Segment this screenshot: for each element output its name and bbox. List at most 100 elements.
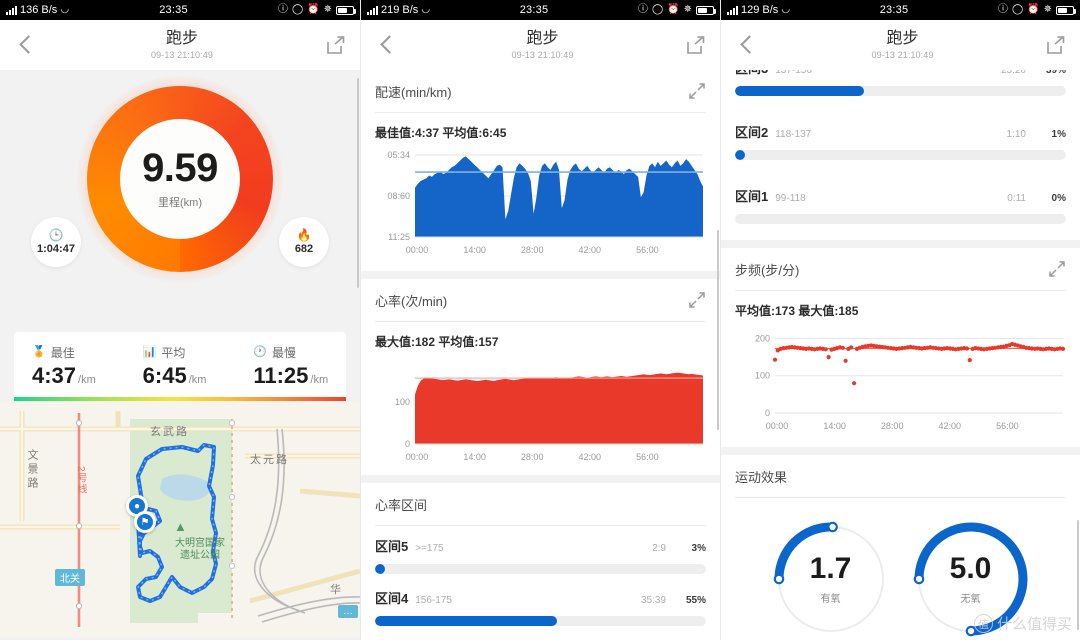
scrollbar-thumb[interactable] xyxy=(717,230,719,430)
svg-text:28:00: 28:00 xyxy=(881,421,904,431)
pace-avg-value: 6:45 xyxy=(142,363,187,388)
watermark: 值 什么值得买 xyxy=(973,613,1072,634)
page-title: 跑步 xyxy=(526,29,559,47)
status-left: 136 B/s ◡ xyxy=(6,4,69,16)
location-icon: ◯ xyxy=(1011,4,1024,15)
pace-stat-value: 6:45/km xyxy=(143,365,236,387)
zone-pct: 3% xyxy=(691,543,706,554)
end-marker[interactable]: ⚑ xyxy=(134,511,156,533)
panel-charts: 219 B/s ◡ 23:35 ⓘ ◯ ⏰ ✵ 跑步 09-13 21:10:4… xyxy=(360,0,720,640)
pace-chart-svg: 05:34 08:60 11:25 00:00 14:00 28:00 42:00 56:00 xyxy=(387,150,703,255)
scrollbar-thumb[interactable] xyxy=(357,78,359,288)
app-header: 跑步 09-13 21:10:49 xyxy=(721,20,1080,70)
map-road-label-taiyuan: 太元路 xyxy=(250,454,289,466)
panel2-scroll[interactable]: 配速(min/km) 最佳值:4:37 平均值:6:45 05:34 08:60 1… xyxy=(361,70,720,640)
app-header: 跑步 09-13 21:10:49 xyxy=(0,20,360,70)
effect-card-head: 运动效果 xyxy=(735,455,1066,497)
watermark-mark: 值 xyxy=(973,614,993,633)
signal-icon xyxy=(727,5,738,15)
duration-value: 1:04:47 xyxy=(37,243,75,255)
zone-range: 156-175 xyxy=(415,595,452,606)
zone-time: 0:11 xyxy=(1007,193,1026,204)
page-subtitle: 09-13 21:10:49 xyxy=(871,50,934,61)
pace-slow-value: 11:25 xyxy=(253,363,309,388)
aerobic-value: 1.7 xyxy=(809,551,852,585)
zone-header: 区间2 118-137 1:10 1% xyxy=(735,122,1066,141)
hr-chart: 0 100 00:00 14:00 28:00 42:00 56:00 xyxy=(375,354,706,475)
route-map[interactable]: 玄武路 太元路 文景路 2号线 北关 华 大明宫国家 遗址公园 ▲ ● ⚑ … xyxy=(0,401,360,637)
calories-value: 682 xyxy=(294,243,314,255)
wifi-icon: ◡ xyxy=(421,4,431,15)
panel-summary: 136 B/s ◡ 23:35 ⓘ ◯ ⏰ ✵ 跑步 09-13 21:10:4… xyxy=(0,0,360,640)
zone-pct: 0% xyxy=(1051,193,1066,204)
hr-chart-card: 心率(次/min) 最大值:182 平均值:157 0 100 00:00 14:00… xyxy=(361,279,720,475)
pace-best-unit: /km xyxy=(78,374,96,386)
flame-icon: 🔥 xyxy=(296,228,312,242)
battery-icon xyxy=(696,5,716,15)
expand-icon[interactable] xyxy=(688,82,706,100)
pace-avg-unit: /km xyxy=(188,374,207,386)
share-icon[interactable] xyxy=(324,34,346,56)
dnd-icon: ⓘ xyxy=(277,4,288,15)
hr-zone-row: 区间1 99-118 0:11 0% xyxy=(735,164,1066,240)
status-bar: 129 B/s ◡ 23:35 ⓘ ◯ ⏰ ✵ xyxy=(721,0,1080,20)
duration-badge: 🕒 1:04:47 xyxy=(31,217,81,267)
map-station-chip: 北关 xyxy=(55,569,85,586)
map-park-label: 大明宫国家 遗址公园 xyxy=(155,538,245,561)
screenshot-root: 136 B/s ◡ 23:35 ⓘ ◯ ⏰ ✵ 跑步 09-13 21:10:4… xyxy=(0,0,1080,640)
svg-text:14:00: 14:00 xyxy=(463,245,486,255)
pace-stats-card: 🏅 最佳 4:37/km 📊 平均 6:45/km 🕐 最慢 11:25/km xyxy=(14,332,346,397)
back-icon[interactable] xyxy=(375,32,401,58)
distance-ring: 9.59 里程(km) xyxy=(77,76,283,282)
share-icon[interactable] xyxy=(684,34,706,56)
svg-text:200: 200 xyxy=(755,333,770,343)
panel-zones-effect: 129 B/s ◡ 23:35 ⓘ ◯ ⏰ ✵ 跑步 09-13 21:10:4… xyxy=(720,0,1080,640)
expand-icon[interactable] xyxy=(1048,260,1066,278)
aerobic-value-wrap: 1.7 有氧 xyxy=(766,514,896,640)
svg-text:00:00: 00:00 xyxy=(406,452,429,462)
bluetooth-icon: ✵ xyxy=(323,4,332,15)
svg-text:28:00: 28:00 xyxy=(521,245,544,255)
cadence-chart: 0 100 200 00:00 14:00 28:00 42:00 56:00 xyxy=(735,323,1066,447)
back-icon[interactable] xyxy=(14,32,40,58)
svg-text:14:00: 14:00 xyxy=(463,452,486,462)
status-bar: 136 B/s ◡ 23:35 ⓘ ◯ ⏰ ✵ xyxy=(0,0,360,20)
zone-name: 区间4 xyxy=(375,591,409,606)
alarm-icon: ⏰ xyxy=(1027,4,1040,15)
map-road-label-xuanwu: 玄武路 xyxy=(150,426,189,438)
hr-chart-svg: 0 100 00:00 14:00 28:00 42:00 56:00 xyxy=(395,372,703,462)
dnd-icon: ⓘ xyxy=(997,4,1008,15)
svg-text:08:60: 08:60 xyxy=(387,191,410,201)
zone-range: 99-118 xyxy=(775,193,806,204)
back-icon[interactable] xyxy=(735,32,761,58)
app-header: 跑步 09-13 21:10:49 xyxy=(361,20,720,70)
cadence-chart-svg: 0 100 200 00:00 14:00 28:00 42:00 56:00 xyxy=(755,333,1066,431)
svg-text:14:00: 14:00 xyxy=(823,421,846,431)
pace-stat-value: 4:37/km xyxy=(32,365,125,387)
zone-range: >=175 xyxy=(415,543,444,554)
zone-fill xyxy=(735,86,865,96)
zone-name: 区间1 xyxy=(735,189,769,204)
pace-slow-unit: /km xyxy=(310,374,329,386)
panel3-scroll[interactable]: 区间3 137-156 25:20 39% 区间2 118-137 1:10 1… xyxy=(721,56,1080,640)
alarm-icon: ⏰ xyxy=(307,4,320,15)
bluetooth-icon: ✵ xyxy=(1043,4,1052,15)
distance-label: 里程(km) xyxy=(158,197,202,209)
svg-text:42:00: 42:00 xyxy=(579,452,602,462)
alarm-icon: ⏰ xyxy=(667,4,680,15)
cadence-card-title: 步频(步/分) xyxy=(735,262,800,278)
pace-stat-avg: 📊 平均 6:45/km xyxy=(125,344,236,387)
status-left: 129 B/s ◡ xyxy=(727,4,790,16)
pace-stat-name: 最慢 xyxy=(272,346,297,360)
network-speed: 129 B/s xyxy=(741,4,779,16)
pace-summary: 最佳值:4:37 平均值:6:45 xyxy=(375,126,507,140)
signal-icon xyxy=(367,5,378,15)
scrollbar-thumb[interactable] xyxy=(1077,520,1079,630)
pace-chart: 05:34 08:60 11:25 00:00 14:00 28:00 42:00 56:00 xyxy=(375,145,706,271)
hr-zone-row: 区间4 156-175 35:39 55% xyxy=(375,578,706,630)
cadence-card-head: 步频(步/分) xyxy=(735,248,1066,290)
share-icon[interactable] xyxy=(1044,34,1066,56)
ring-center: 9.59 里程(km) xyxy=(120,119,240,239)
hr-card-title: 心率(次/min) xyxy=(375,293,448,309)
expand-icon[interactable] xyxy=(688,291,706,309)
